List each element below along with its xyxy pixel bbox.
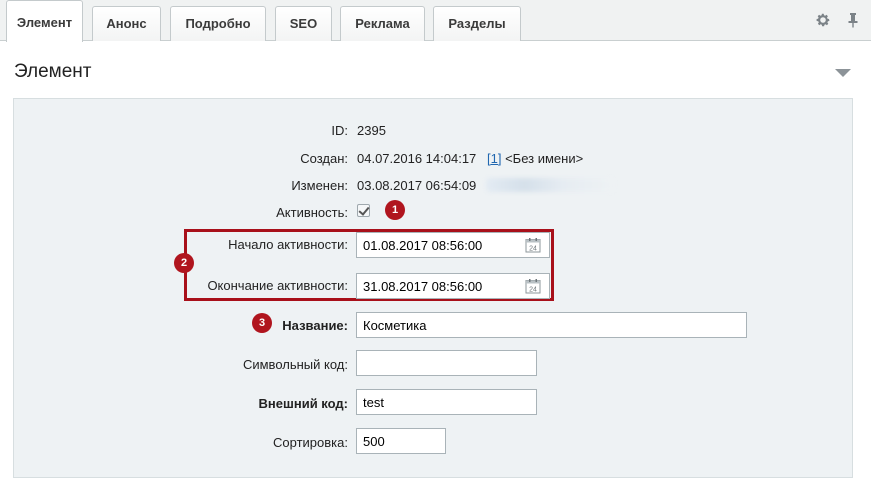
calendar-icon[interactable]: 24 [525, 278, 541, 294]
tab-announce[interactable]: Анонс [92, 6, 161, 41]
tab-seo[interactable]: SEO [275, 6, 332, 41]
badge-1: 1 [385, 200, 405, 220]
pin-icon[interactable] [845, 12, 861, 28]
tab-advertising[interactable]: Реклама [340, 6, 425, 41]
active-to-input[interactable] [356, 273, 550, 299]
xml-id-label: Внешний код: [258, 396, 348, 411]
created-user-name: <Без имени> [505, 151, 584, 166]
active-label: Активность: [276, 205, 348, 220]
active-from-label: Начало активности: [228, 237, 348, 252]
sort-label: Сортировка: [273, 435, 348, 450]
badge-3: 3 [252, 313, 272, 333]
tab-details[interactable]: Подробно [170, 6, 266, 41]
sort-input[interactable] [356, 428, 446, 454]
name-input[interactable] [356, 312, 747, 338]
modified-user-blurred [486, 178, 614, 192]
created-value: 04.07.2016 14:04:17 [357, 151, 477, 166]
modified-value: 03.08.2017 06:54:09 [357, 178, 477, 193]
created-user: [1] <Без имени> [487, 151, 583, 166]
active-checkbox[interactable] [357, 204, 370, 217]
created-label: Создан: [300, 151, 348, 166]
tab-bar: Элемент Анонс Подробно SEO Реклама Разде… [0, 0, 871, 42]
calendar-icon[interactable]: 24 [525, 237, 541, 253]
code-label: Символьный код: [242, 357, 348, 372]
svg-text:24: 24 [529, 287, 537, 294]
xml-id-input[interactable] [356, 389, 537, 415]
tab-sections[interactable]: Разделы [433, 6, 521, 41]
svg-text:24: 24 [529, 246, 537, 253]
badge-2: 2 [174, 253, 194, 273]
id-value: 2395 [357, 123, 386, 138]
collapse-arrow-icon[interactable] [835, 69, 851, 77]
section-title: Элемент [14, 61, 92, 82]
modified-label: Изменен: [291, 178, 348, 193]
code-input[interactable] [356, 350, 537, 376]
active-to-label: Окончание активности: [207, 278, 348, 293]
name-label: Название: [282, 318, 348, 333]
active-from-input[interactable] [356, 232, 550, 258]
id-label: ID: [331, 123, 348, 138]
tab-element[interactable]: Элемент [6, 0, 83, 42]
gear-icon[interactable] [815, 12, 831, 28]
created-user-link[interactable]: [1] [487, 151, 501, 166]
